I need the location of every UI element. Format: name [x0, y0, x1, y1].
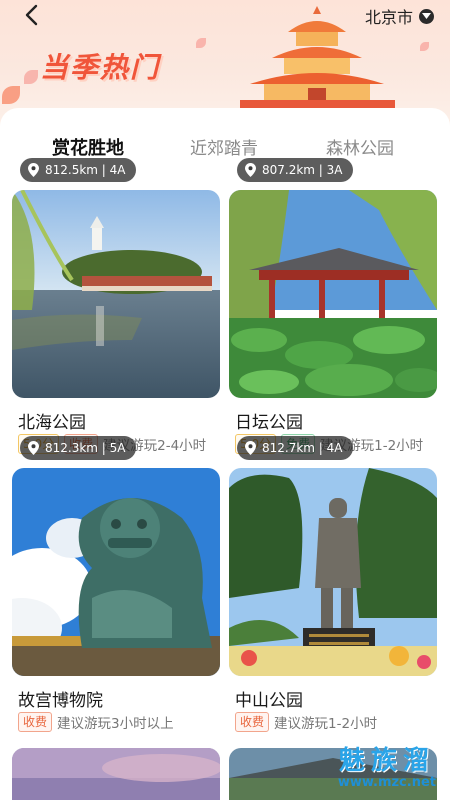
tab-suburb-outing[interactable]: 近郊踏青	[190, 134, 258, 159]
distance-text: 812.3km | 5A	[45, 441, 126, 455]
attraction-name: 故宫博物院	[18, 691, 103, 711]
petal-decoration	[196, 38, 206, 48]
attraction-photo	[229, 190, 437, 398]
distance-badge: 812.5km | 4A	[20, 158, 136, 182]
back-button[interactable]	[14, 2, 48, 28]
tab-forest-park[interactable]: 森林公园	[326, 134, 394, 159]
tab-flower-spots[interactable]: 赏花胜地	[52, 134, 124, 162]
chevron-down-icon	[419, 8, 434, 24]
chevron-left-icon	[25, 4, 38, 26]
fee-tag: 收费	[18, 712, 53, 732]
attraction-photo	[229, 468, 437, 676]
attraction-photo	[12, 468, 220, 676]
main-content: 赏花胜地 近郊踏青 森林公园 812.5km | 4A 北海公园 建议游玩2-4…	[0, 108, 450, 800]
location-pin-icon	[28, 163, 39, 177]
fee-tag: 收费	[235, 712, 270, 732]
location-pin-icon	[245, 163, 256, 177]
attraction-photo-partial[interactable]	[12, 748, 220, 800]
suggested-duration: 建议游玩3小时以上	[57, 716, 174, 732]
distance-badge: 807.2km | 3A	[237, 158, 353, 182]
distance-text: 812.7km | 4A	[262, 441, 343, 455]
distance-text: 812.5km | 4A	[45, 163, 126, 177]
flower-decoration	[2, 86, 20, 104]
attraction-name: 日坛公园	[235, 413, 303, 433]
distance-badge: 812.7km | 4A	[237, 436, 353, 460]
attraction-photo	[12, 190, 220, 398]
tag-row: 收费 建议游玩3小时以上	[18, 712, 174, 732]
banner-title: 当季热门	[40, 51, 161, 84]
location-pin-icon	[245, 441, 256, 455]
tag-row: 收费 建议游玩1-2小时	[235, 712, 377, 732]
watermark-url: www.mzc.net	[337, 775, 436, 790]
watermark: 魅族溜 www.mzc.net	[338, 740, 436, 790]
attraction-name: 中山公园	[235, 691, 303, 711]
petal-decoration	[24, 70, 38, 84]
pagoda-icon	[240, 6, 395, 112]
distance-badge: 812.3km | 5A	[20, 436, 136, 460]
suggested-duration: 建议游玩1-2小时	[274, 716, 378, 732]
location-pin-icon	[28, 441, 39, 455]
watermark-title: 魅族溜	[338, 746, 435, 776]
attraction-name: 北海公园	[18, 413, 86, 433]
distance-text: 807.2km | 3A	[262, 163, 343, 177]
petal-decoration	[420, 42, 429, 51]
